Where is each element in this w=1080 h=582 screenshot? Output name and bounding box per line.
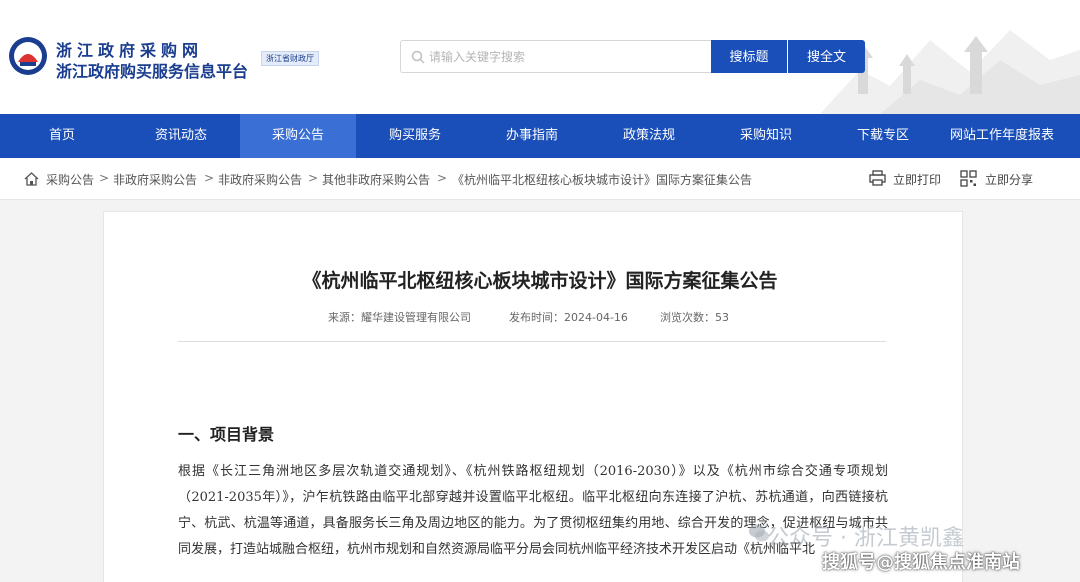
nav-item-procurement-notices[interactable]: 采购公告 (240, 114, 356, 158)
breadcrumb-separator: > (437, 171, 448, 185)
title-divider (178, 341, 886, 342)
article-source: 来源：耀华建设管理有限公司 (328, 311, 471, 324)
breadcrumb: 采购公告 > 非政府采购公告 > 非政府采购公告 > 其他非政府采购公告 > 《… (0, 158, 1080, 200)
breadcrumb-item[interactable]: 非政府采购公告 (113, 171, 197, 188)
search-title-button[interactable]: 搜标题 (711, 40, 787, 73)
breadcrumb-separator: > (204, 171, 215, 185)
section-heading: 一、项目背景 (178, 425, 275, 444)
nav-item-home[interactable]: 首页 (4, 114, 120, 158)
breadcrumb-item[interactable]: 其他非政府采购公告 (322, 171, 430, 188)
article-view-count: 浏览次数：53 (660, 311, 729, 324)
breadcrumb-item[interactable]: 采购公告 (46, 171, 94, 188)
nav-item-downloads[interactable]: 下载专区 (825, 114, 941, 158)
site-logo[interactable] (8, 36, 48, 76)
nav-item-news[interactable]: 资讯动态 (123, 114, 239, 158)
nav-item-knowledge[interactable]: 采购知识 (708, 114, 824, 158)
breadcrumb-separator: > (308, 171, 319, 185)
nav-item-policy[interactable]: 政策法规 (591, 114, 707, 158)
breadcrumb-item[interactable]: 非政府采购公告 (218, 171, 302, 188)
breadcrumb-separator: > (99, 171, 110, 185)
nav-item-purchase-services[interactable]: 购买服务 (357, 114, 473, 158)
nav-item-guide[interactable]: 办事指南 (474, 114, 590, 158)
printer-icon[interactable] (869, 170, 886, 186)
nav-item-annual-report[interactable]: 网站工作年度报表 (940, 114, 1064, 158)
site-subtitle: 浙江政府购买服务信息平台 (56, 62, 249, 81)
print-button[interactable]: 立即打印 (893, 171, 941, 188)
search-fulltext-button[interactable]: 搜全文 (788, 40, 865, 73)
search-box (400, 40, 711, 73)
breadcrumb-current: 《杭州临平北枢纽核心板块城市设计》国际方案征集公告 (452, 173, 753, 187)
qr-code-icon[interactable] (960, 170, 977, 187)
source-watermark: 搜狐号@搜狐焦点淮南站 (822, 552, 1020, 573)
site-header: 浙江政府采购网 浙江政府购买服务信息平台 浙江省财政厅 搜标题 搜全文 (0, 0, 1080, 114)
home-icon[interactable] (24, 172, 39, 186)
dept-badge: 浙江省财政厅 (261, 51, 319, 66)
search-input[interactable] (429, 46, 699, 68)
article-title: 《杭州临平北枢纽核心板块城市设计》国际方案征集公告 (302, 270, 778, 292)
article-publish-time: 发布时间：2024-04-16 (509, 311, 628, 324)
search-icon (411, 50, 425, 64)
main-nav: 首页 资讯动态 采购公告 购买服务 办事指南 政策法规 采购知识 下载专区 网站… (0, 114, 1080, 158)
share-button[interactable]: 立即分享 (985, 171, 1033, 188)
